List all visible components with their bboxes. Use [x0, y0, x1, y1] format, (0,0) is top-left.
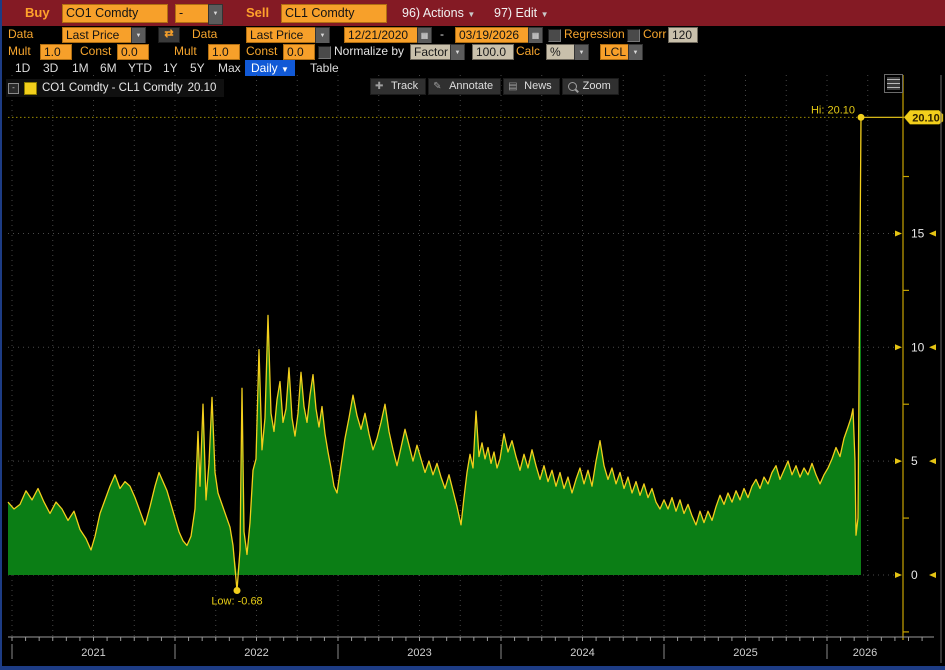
- mult1-label: Mult: [8, 44, 31, 58]
- series-label: CO1 Comdty - CL1 Comdty: [42, 82, 183, 94]
- chart-toolbar: ✚ Track ✎ Annotate ▤ News Zoom: [370, 76, 621, 95]
- y-axis-tick-label: 10: [911, 340, 925, 354]
- news-button[interactable]: ▤ News: [503, 78, 560, 95]
- x-axis-year-label: 2021: [81, 647, 105, 659]
- series-area-fill: [8, 117, 861, 576]
- tab-ytd[interactable]: YTD: [128, 60, 152, 76]
- y-axis-tick-arrow: [929, 230, 936, 237]
- low-label: Low: -0.68: [211, 595, 262, 607]
- x-axis-year-label: 2022: [244, 647, 268, 659]
- const2-input[interactable]: 0.0: [283, 44, 315, 60]
- tab-1d[interactable]: 1D: [15, 60, 30, 76]
- low-point-marker: [233, 586, 241, 594]
- spread-operator-select[interactable]: -: [175, 4, 210, 23]
- normalize-checkbox[interactable]: [318, 46, 331, 59]
- x-axis-year-label: 2025: [733, 647, 757, 659]
- y-axis-tick-arrow: [895, 344, 902, 351]
- mult2-input[interactable]: 1.0: [208, 44, 240, 60]
- range-tab-bar: 1D 3D 1M 6M YTD 1Y 5Y Max Daily ▼ Table: [0, 60, 945, 76]
- tab-1m[interactable]: 1M: [72, 60, 89, 76]
- const1-label: Const: [80, 44, 112, 58]
- chevron-down-icon: ▼: [281, 65, 289, 74]
- data2-select[interactable]: Last Price: [246, 27, 322, 43]
- date-from-input[interactable]: 12/21/2020: [344, 27, 424, 43]
- data-toolbar: Data Last Price ▼ ⇄ Data Last Price ▼ 12…: [0, 26, 945, 45]
- x-axis-year-label: 2023: [407, 647, 431, 659]
- track-crosshair-icon: ✚: [375, 81, 384, 92]
- zoom-button[interactable]: Zoom: [561, 78, 619, 95]
- y-axis-tick-label: 15: [911, 226, 925, 240]
- y-axis-tick-arrow: [895, 230, 902, 237]
- corr-checkbox[interactable]: [627, 29, 640, 42]
- date-to-input[interactable]: 03/19/2026: [455, 27, 535, 43]
- series-last-value: 20.10: [187, 82, 217, 94]
- buy-label: Buy: [25, 5, 50, 20]
- sell-security-input[interactable]: CL1 Comdty: [281, 4, 387, 23]
- tab-6m[interactable]: 6M: [100, 60, 117, 76]
- y-axis-tick-arrow: [895, 458, 902, 465]
- tab-1y[interactable]: 1Y: [163, 60, 178, 76]
- chart-legend[interactable]: - CO1 Comdty - CL1 Comdty 20.10: [6, 79, 225, 97]
- x-axis-year-label: 2024: [570, 647, 594, 659]
- tab-5y[interactable]: 5Y: [190, 60, 205, 76]
- corr-window-input[interactable]: 120: [668, 27, 698, 43]
- data1-label: Data: [8, 27, 34, 41]
- annotate-button[interactable]: ✎ Annotate: [428, 78, 502, 95]
- spread-chart[interactable]: Hi: 20.10 20.10 Low: -0.68 0 5 10 15 2021 2022 20…: [0, 75, 945, 666]
- regression-label: Regression: [564, 27, 625, 41]
- security-toolbar: Buy CO1 Comdty - ▼ Sell CL1 Comdty 96) A…: [0, 0, 945, 26]
- news-page-icon: ▤: [508, 81, 518, 92]
- const1-input[interactable]: 0.0: [117, 44, 149, 60]
- bloomberg-spread-chart-window: Buy CO1 Comdty - ▼ Sell CL1 Comdty 96) A…: [0, 0, 945, 670]
- regression-checkbox[interactable]: [548, 29, 561, 42]
- window-border-left: [0, 0, 2, 670]
- last-value-axis-tag-text: 20.10: [912, 112, 940, 124]
- const2-label: Const: [246, 44, 278, 58]
- calc-label: Calc: [516, 44, 541, 58]
- legend-collapse-icon[interactable]: -: [8, 82, 19, 94]
- swap-securities-button[interactable]: ⇄: [158, 27, 180, 43]
- tab-3d[interactable]: 3D: [43, 60, 58, 76]
- corr-label: Corr: [643, 27, 667, 41]
- y-axis-tick-label: 5: [911, 454, 918, 468]
- date-range-separator: -: [440, 27, 444, 41]
- periodicity-select[interactable]: Daily ▼: [245, 60, 295, 76]
- chevron-down-icon: ▼: [540, 10, 549, 19]
- y-axis-tick-arrow: [895, 572, 902, 578]
- y-axis-tick-arrow: [929, 344, 936, 351]
- y-axis-tick-arrow: [929, 458, 936, 465]
- high-point-marker: [857, 113, 865, 121]
- actions-menu[interactable]: 96) Actions ▼: [402, 0, 475, 28]
- data2-label: Data: [192, 27, 218, 41]
- buy-security-input[interactable]: CO1 Comdty: [62, 4, 168, 23]
- edit-menu[interactable]: 97) Edit ▼: [494, 0, 549, 28]
- tab-max[interactable]: Max: [218, 60, 241, 76]
- x-axis-year-label: 2026: [853, 647, 877, 659]
- data1-select[interactable]: Last Price: [62, 27, 138, 43]
- series-color-swatch: [24, 81, 37, 95]
- annotate-pencil-icon: ✎: [433, 81, 442, 92]
- y-axis-tick-label: 0: [911, 568, 918, 582]
- chevron-down-icon: ▼: [467, 10, 476, 19]
- zoom-magnifier-icon: [567, 82, 579, 93]
- scaling-toolbar: Mult 1.0 Const 0.0 Mult 1.0 Const 0.0 No…: [0, 43, 945, 62]
- mult1-input[interactable]: 1.0: [40, 44, 72, 60]
- tab-table[interactable]: Table: [310, 60, 339, 76]
- window-border-bottom: [0, 666, 945, 670]
- high-label: Hi: 20.10: [811, 104, 855, 116]
- mult2-label: Mult: [174, 44, 197, 58]
- sell-label: Sell: [246, 5, 270, 20]
- chart-panel-grid-icon[interactable]: [884, 74, 903, 93]
- spread-operator-dropdown-icon[interactable]: ▼: [208, 4, 223, 25]
- track-button[interactable]: ✚ Track: [370, 78, 427, 95]
- normalize-label: Normalize by: [334, 44, 405, 58]
- factor-input[interactable]: 100.0: [472, 44, 514, 60]
- y-axis-tick-arrow: [929, 572, 936, 578]
